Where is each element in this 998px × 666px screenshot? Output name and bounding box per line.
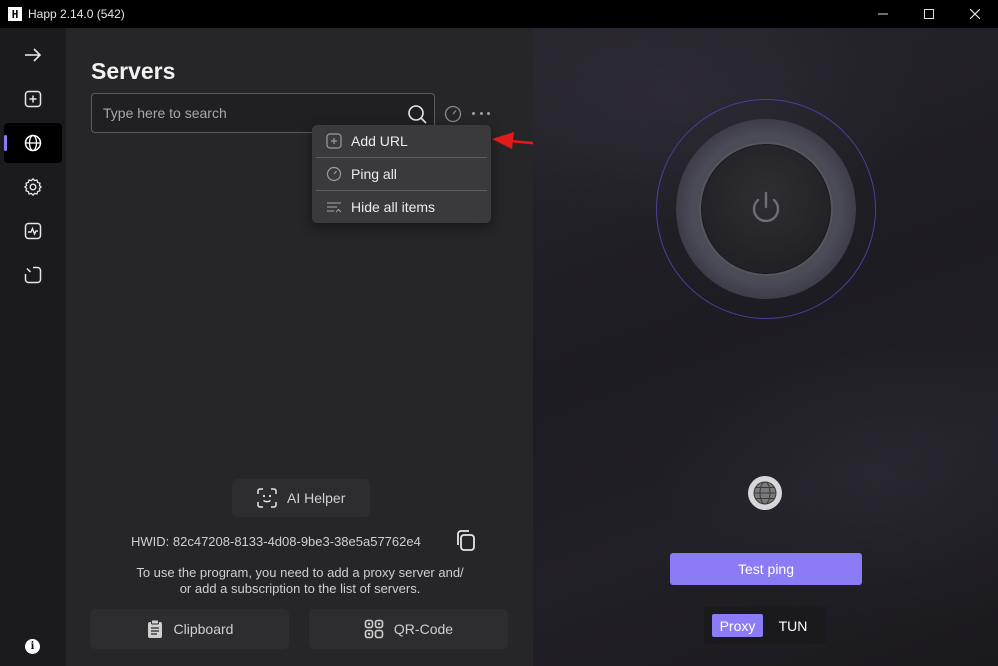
minimize-button[interactable] [860,0,906,28]
sidebar-item-servers[interactable] [4,123,62,163]
power-button[interactable] [699,142,833,276]
title-bar: H Happ 2.14.0 (542) [0,0,998,28]
menu-item-label: Add URL [351,133,408,149]
power-icon [752,191,780,223]
window-title: Happ 2.14.0 (542) [28,7,125,21]
connection-pane: Test ping Proxy TUN [533,28,998,666]
gear-icon [24,178,42,196]
clipboard-button[interactable]: Clipboard [90,609,289,649]
window-controls [860,0,998,28]
hide-list-icon [327,202,342,213]
info-icon[interactable]: i [25,639,40,654]
maximize-button[interactable] [906,0,952,28]
mode-option-proxy[interactable]: Proxy [712,614,763,637]
maximize-icon [924,9,934,19]
more-options-icon[interactable] [472,105,490,121]
minimize-icon [878,13,888,15]
menu-item-label: Ping all [351,166,397,182]
globe-icon [753,481,777,505]
more-options-menu: Add URL Ping all Hide all items [312,125,491,223]
location-globe-button[interactable] [748,476,782,510]
arrow-right-icon [25,48,42,62]
qrcode-label: QR-Code [393,621,454,637]
empty-state-hint: To use the program, you need to add a pr… [100,565,500,597]
mode-switch: Proxy TUN [704,606,826,644]
clipboard-label: Clipboard [173,621,234,637]
servers-panel: Servers AI Helper HWID: 82c47208-8133-4d… [66,28,533,666]
sidebar: i [0,28,66,666]
sidebar-item-timer[interactable] [4,255,62,295]
close-icon [970,9,980,19]
menu-item-label: Hide all items [351,199,436,215]
mode-option-tun[interactable]: TUN [770,614,816,637]
menu-item-hide-all[interactable]: Hide all items [312,191,491,223]
sidebar-item-connect[interactable] [4,35,62,75]
timer-icon [24,266,42,284]
ping-gauge-icon[interactable] [444,105,462,123]
hint-line-1: To use the program, you need to add a pr… [136,565,464,580]
qrcode-button[interactable]: QR-Code [309,609,508,649]
copy-icon[interactable] [455,529,477,553]
close-button[interactable] [952,0,998,28]
sidebar-item-settings[interactable] [4,167,62,207]
hint-line-2: or add a subscription to the list of ser… [179,581,421,596]
plus-square-icon [24,90,42,108]
sidebar-item-add[interactable] [4,79,62,119]
search-icon[interactable] [406,103,428,125]
app-logo-icon: H [8,7,22,21]
page-title: Servers [91,58,176,84]
test-ping-button[interactable]: Test ping [670,553,862,585]
qrcode-icon [364,619,384,639]
menu-item-ping-all[interactable]: Ping all [312,158,491,190]
ai-helper-button[interactable]: AI Helper [232,479,370,517]
activity-icon [24,222,42,240]
clipboard-icon [147,619,162,638]
ai-face-icon [257,488,277,508]
globe-icon [24,134,42,152]
hwid-text: HWID: 82c47208-8133-4d08-9be3-38e5a57762… [131,534,421,549]
sidebar-item-stats[interactable] [4,211,62,251]
menu-item-add-url[interactable]: Add URL [312,125,491,157]
gauge-icon [326,166,342,182]
ai-helper-label: AI Helper [287,490,346,506]
add-box-icon [326,133,342,149]
